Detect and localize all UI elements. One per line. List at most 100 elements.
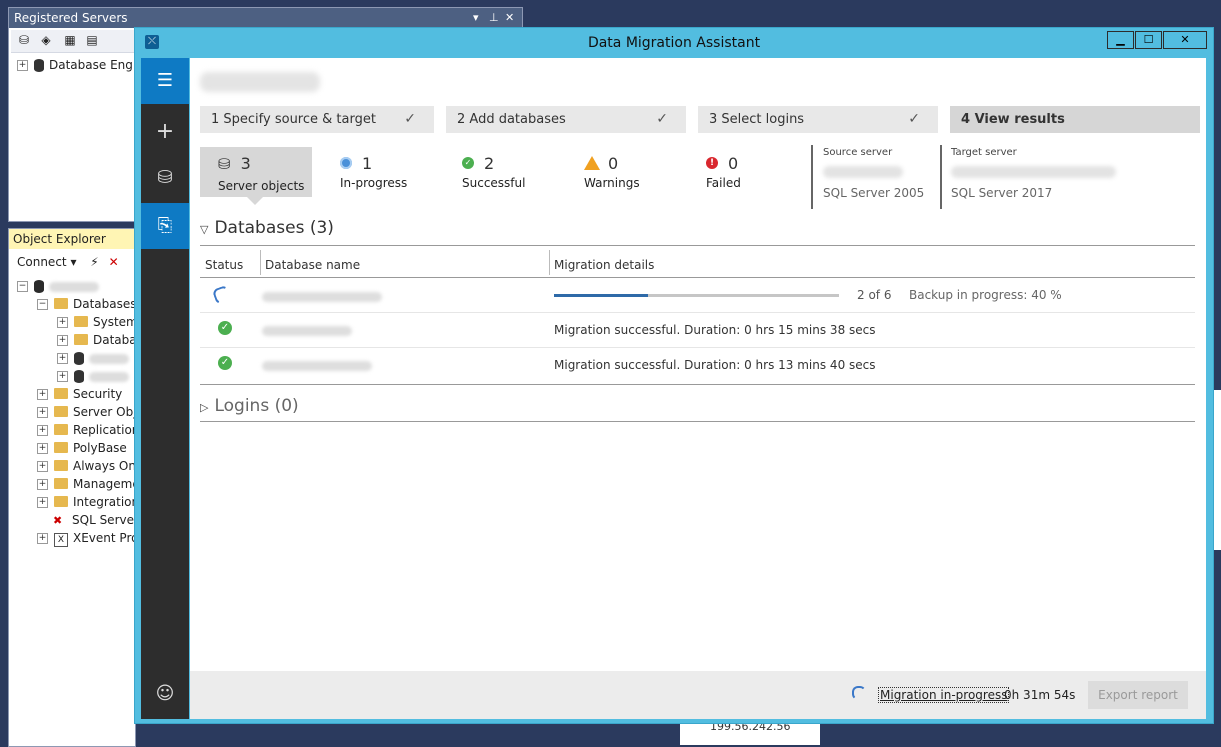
reporting-services-icon[interactable]: ▦ [63, 33, 77, 47]
object-explorer-panel: Object Explorer Connect ▾ ⚡ ✕ − − Databas… [8, 228, 136, 747]
xevent-icon: X [54, 533, 68, 547]
new-project-icon[interactable]: + [141, 109, 189, 155]
tree-item-db2[interactable]: + [57, 367, 129, 385]
connect-icon[interactable]: ⚡ [90, 255, 98, 269]
step-separator [686, 106, 697, 132]
tree-item-polybase[interactable]: + PolyBase [37, 439, 127, 457]
folder-icon [74, 316, 88, 327]
assessment-icon[interactable]: ⛁ [141, 155, 189, 201]
close-icon[interactable]: ✕ [505, 8, 514, 28]
step-add-databases[interactable]: 2 Add databases ✓ [446, 106, 686, 133]
pin-icon[interactable]: ⊥ [489, 8, 499, 28]
step-separator [938, 106, 949, 132]
footer-bar: Migration in-progress 0h 31m 54s Export … [190, 671, 1206, 719]
table-row[interactable]: ✓ Migration successful. Duration: 0 hrs … [200, 348, 1195, 382]
databases-section-header[interactable]: ▽ Databases (3) [200, 218, 334, 238]
export-report-button[interactable]: Export report [1088, 681, 1188, 709]
title-bar[interactable]: ⤬ Data Migration Assistant ▁ ☐ ✕ [135, 28, 1213, 58]
folder-icon [54, 406, 68, 417]
tree-item-databases[interactable]: − Databases [37, 295, 135, 313]
header-divider [200, 277, 1195, 278]
analysis-services-icon[interactable]: ◈ [39, 33, 53, 47]
step-select-logins[interactable]: 3 Select logins ✓ [698, 106, 938, 133]
summary-successful[interactable]: ✓ 2 Successful [462, 147, 552, 197]
tree-item-integration[interactable]: + Integration [37, 493, 135, 511]
column-database-name[interactable]: Database name [265, 258, 360, 272]
project-name [200, 72, 320, 92]
summary-in-progress[interactable]: 1 In-progress [340, 147, 430, 197]
tree-item-database-snapshots[interactable]: +Databas [57, 331, 135, 349]
in-progress-icon [340, 156, 352, 169]
menu-icon[interactable]: ☰ [141, 58, 189, 104]
folder-icon [54, 478, 68, 489]
database-name [262, 326, 352, 336]
database-engine-icon[interactable]: ⛁ [17, 33, 31, 47]
progress-bar-fill [554, 294, 649, 297]
tree-item-server[interactable]: − [17, 277, 99, 295]
logins-section-header[interactable]: ▷ Logins (0) [200, 396, 299, 416]
tree-item-always-on[interactable]: + Always On [37, 457, 135, 475]
summary-server-objects[interactable]: ⛁ 3 Server objects [200, 147, 312, 205]
divider [940, 145, 942, 209]
step-specify-source-target[interactable]: 1 Specify source & target ✓ [200, 106, 434, 133]
summary-warnings[interactable]: 0 Warnings [584, 147, 674, 197]
folder-icon [54, 460, 68, 471]
close-button[interactable]: ✕ [1163, 31, 1207, 49]
registered-servers-tree: + Database Engine [17, 58, 151, 72]
warning-icon [584, 156, 600, 170]
tree-item-system[interactable]: + System [57, 313, 135, 331]
tree-item-server-objects[interactable]: +Server Obje [37, 403, 135, 421]
database-icon [74, 370, 84, 383]
dma-window: ⤬ Data Migration Assistant ▁ ☐ ✕ ☰ + ⛁ ⎘… [134, 27, 1214, 724]
registered-servers-title: Registered Servers ▾ ⊥ ✕ [9, 8, 522, 28]
migration-status-link[interactable]: Migration in-progress [877, 687, 1010, 703]
section-divider [200, 245, 1195, 246]
tree-item-replication[interactable]: + Replication [37, 421, 135, 439]
source-server-name [823, 166, 903, 178]
progress-detail: Backup in progress: 40 % [909, 288, 1062, 302]
expand-icon[interactable]: + [17, 60, 28, 71]
folder-icon [54, 388, 68, 399]
folder-icon [54, 496, 68, 507]
check-icon: ✓ [656, 111, 668, 127]
tree-item-management[interactable]: + Manageme [37, 475, 135, 493]
folder-icon [54, 298, 68, 309]
step-view-results[interactable]: 4 View results [950, 106, 1200, 133]
agent-icon: ✖ [53, 514, 63, 527]
sidebar: ☰ + ⛁ ⎘ ☺ [141, 58, 189, 719]
feedback-smiley-icon[interactable]: ☺ [141, 671, 189, 717]
check-icon: ✓ [908, 111, 920, 127]
object-explorer-toolbar: Connect ▾ ⚡ ✕ [9, 251, 135, 273]
tree-item-db1[interactable]: + [57, 349, 129, 367]
tree-item-xevent[interactable]: + X XEvent Prof [37, 529, 135, 547]
spinner-icon [852, 686, 866, 700]
elapsed-time: 0h 31m 54s [1004, 688, 1076, 702]
database-icon: ⛁ [218, 155, 231, 173]
dropdown-icon[interactable]: ▾ [473, 8, 479, 28]
database-name [262, 292, 382, 302]
success-icon: ✓ [218, 356, 232, 370]
disconnect-icon[interactable]: ✕ [109, 255, 119, 269]
collapse-icon: ▽ [200, 223, 209, 236]
expand-icon: ▷ [200, 401, 209, 414]
object-explorer-title: Object Explorer [9, 229, 135, 249]
check-icon: ✓ [404, 111, 416, 127]
divider [811, 145, 813, 209]
tree-item-sql-agent[interactable]: ✖ SQL Server [53, 511, 135, 529]
column-status[interactable]: Status [205, 258, 243, 272]
column-migration-details[interactable]: Migration details [554, 258, 654, 272]
migration-icon[interactable]: ⎘ [141, 203, 189, 249]
database-icon [74, 352, 84, 365]
connect-button[interactable]: Connect ▾ [17, 255, 76, 269]
integration-services-icon[interactable]: ▤ [85, 33, 99, 47]
target-server-label: Target server [951, 147, 1017, 158]
success-icon: ✓ [462, 156, 474, 169]
table-row[interactable]: 2 of 6 Backup in progress: 40 % [200, 280, 1195, 312]
minimize-button[interactable]: ▁ [1107, 31, 1134, 49]
step-separator [434, 106, 445, 132]
maximize-button[interactable]: ☐ [1135, 31, 1162, 49]
table-row[interactable]: ✓ Migration successful. Duration: 0 hrs … [200, 313, 1195, 347]
source-server-version: SQL Server 2005 [823, 186, 925, 200]
tree-item-security[interactable]: + Security [37, 385, 122, 403]
summary-failed[interactable]: ! 0 Failed [706, 147, 796, 197]
